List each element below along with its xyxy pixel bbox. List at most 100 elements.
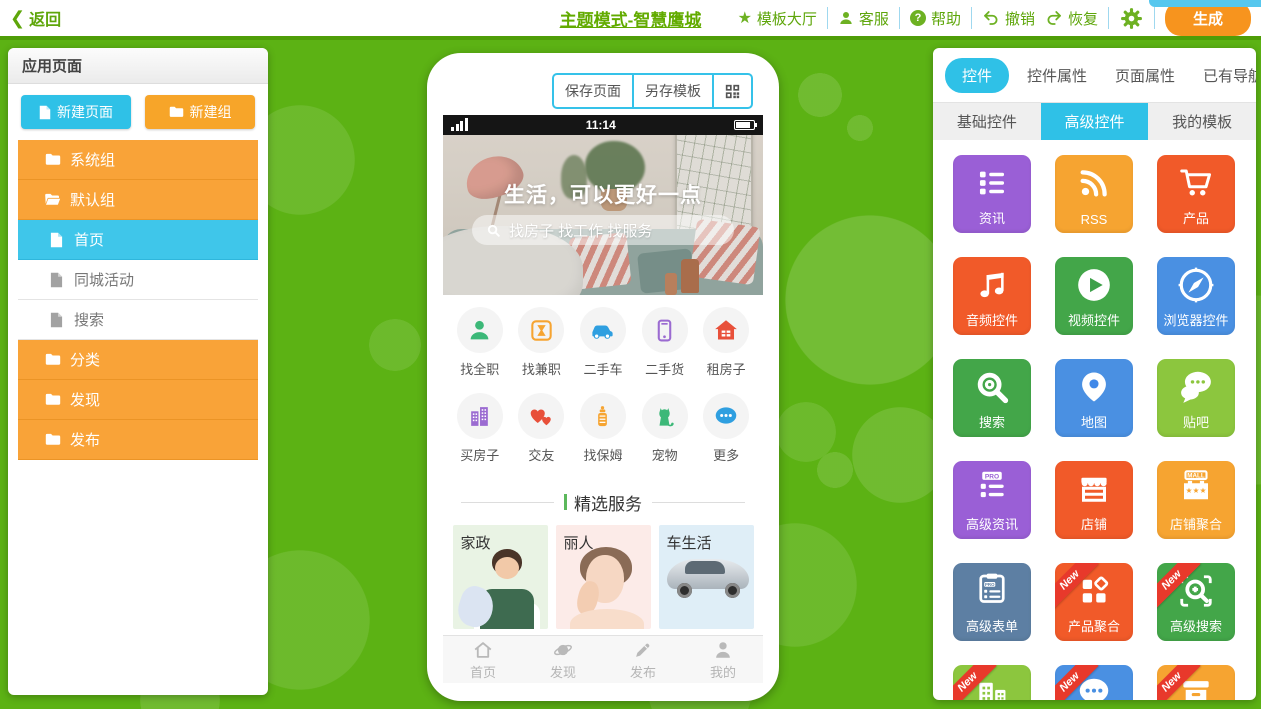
quick-link-rent-house[interactable]: 租房子 bbox=[695, 307, 757, 383]
widget-shop-aggregate[interactable]: MALL★★★ 店铺聚合 bbox=[1157, 461, 1235, 539]
divider bbox=[652, 502, 745, 503]
quick-link-more[interactable]: 更多 bbox=[695, 393, 757, 469]
sidebar-item-home[interactable]: 首页 bbox=[18, 220, 258, 260]
shop-stall-icon bbox=[1076, 467, 1112, 511]
tab-home[interactable]: 首页 bbox=[443, 636, 523, 683]
tab-mine[interactable]: 我的 bbox=[683, 636, 763, 683]
widget-advanced-search[interactable]: New 高级搜索 bbox=[1157, 563, 1235, 641]
sidebar-item-default-group[interactable]: 默认组 bbox=[18, 180, 258, 220]
quick-link-buy-house[interactable]: 买房子 bbox=[449, 393, 511, 469]
sidebar-item-publish[interactable]: 发布 bbox=[18, 420, 258, 460]
subtab-advanced-widgets[interactable]: 高级控件 bbox=[1041, 103, 1149, 140]
back-label: 返回 bbox=[29, 6, 61, 30]
divider bbox=[1154, 7, 1155, 29]
help-button[interactable]: ? 帮助 bbox=[910, 8, 961, 29]
panel-title: 应用页面 bbox=[8, 48, 268, 84]
widget-new-bubble[interactable]: New bbox=[1055, 665, 1133, 700]
play-circle-icon bbox=[1075, 263, 1113, 307]
hero-slogan: 生活，可以更好一点 bbox=[443, 179, 763, 209]
divider bbox=[461, 502, 554, 503]
widget-rss[interactable]: RSS bbox=[1055, 155, 1133, 233]
save-as-template-button[interactable]: 另存模板 bbox=[632, 75, 712, 107]
map-pin-icon bbox=[1077, 365, 1111, 409]
new-page-button[interactable]: 新建页面 bbox=[21, 95, 131, 129]
widget-video[interactable]: 视频控件 bbox=[1055, 257, 1133, 335]
pencil-icon bbox=[632, 639, 654, 661]
rss-icon bbox=[1077, 161, 1111, 205]
widget-new-buildings[interactable]: New bbox=[953, 665, 1031, 700]
sidebar-item-search[interactable]: 搜索 bbox=[18, 300, 258, 340]
quick-link-nanny[interactable]: 找保姆 bbox=[572, 393, 634, 469]
top-toolbar: ❮ 返回 主题模式-智慧鹰城 ★ 模板大厅 客服 ? 帮助 撤销 bbox=[0, 0, 1261, 40]
widget-search[interactable]: 搜索 bbox=[953, 359, 1031, 437]
quick-link-parttime[interactable]: 找兼职 bbox=[511, 307, 573, 383]
subtab-basic-widgets[interactable]: 基础控件 bbox=[933, 103, 1041, 140]
home-icon bbox=[472, 639, 494, 661]
hero-search-bar[interactable]: 找房子 找工作 找服务 bbox=[472, 215, 734, 245]
chat-bubbles-icon bbox=[1177, 365, 1215, 409]
quick-link-pets[interactable]: 宠物 bbox=[634, 393, 696, 469]
hearts-icon bbox=[518, 393, 564, 439]
cat-icon bbox=[642, 393, 688, 439]
svg-text:PRO: PRO bbox=[985, 473, 999, 480]
service-card-car-life[interactable]: 车生活 bbox=[659, 525, 754, 629]
widget-browser[interactable]: 浏览器控件 bbox=[1157, 257, 1235, 335]
undo-button[interactable]: 撤销 bbox=[982, 8, 1035, 29]
widget-audio[interactable]: 音频控件 bbox=[953, 257, 1031, 335]
subtab-my-templates[interactable]: 我的模板 bbox=[1148, 103, 1256, 140]
clock: 11:14 bbox=[468, 118, 735, 132]
new-group-button[interactable]: 新建组 bbox=[145, 95, 255, 129]
qr-code-button[interactable] bbox=[712, 75, 751, 107]
tab-page-properties[interactable]: 页面属性 bbox=[1105, 58, 1185, 93]
svg-text:MALL: MALL bbox=[1187, 473, 1205, 480]
signal-icon bbox=[451, 119, 468, 131]
widget-map[interactable]: 地图 bbox=[1055, 359, 1133, 437]
sidebar-item-categories[interactable]: 分类 bbox=[18, 340, 258, 380]
quick-link-dating[interactable]: 交友 bbox=[511, 393, 573, 469]
status-bar: 11:14 bbox=[443, 115, 763, 135]
hero-banner: 生活，可以更好一点 找房子 找工作 找服务 bbox=[443, 135, 763, 295]
back-chevron-icon: ❮ bbox=[10, 8, 25, 29]
widget-news[interactable]: 资讯 bbox=[953, 155, 1031, 233]
save-page-button[interactable]: 保存页面 bbox=[554, 75, 632, 107]
service-card-housekeeping[interactable]: 家政 bbox=[453, 525, 548, 629]
search-icon bbox=[486, 223, 501, 238]
folder-open-icon bbox=[44, 193, 61, 206]
service-card-beauty[interactable]: 丽人 bbox=[556, 525, 651, 629]
tab-publish[interactable]: 发布 bbox=[603, 636, 683, 683]
svg-text:PRO: PRO bbox=[985, 582, 995, 587]
template-hall-button[interactable]: ★ 模板大厅 bbox=[738, 8, 817, 29]
widget-new-drawer[interactable]: New bbox=[1157, 665, 1235, 700]
person-icon bbox=[838, 10, 854, 26]
widget-products[interactable]: 产品 bbox=[1157, 155, 1235, 233]
tab-widget-properties[interactable]: 控件属性 bbox=[1017, 58, 1097, 93]
star-icon: ★ bbox=[738, 8, 752, 28]
redo-button[interactable]: 恢复 bbox=[1045, 8, 1098, 29]
tab-existing-nav[interactable]: 已有导航 bbox=[1193, 58, 1256, 93]
widget-advanced-news[interactable]: PRO 高级资讯 bbox=[953, 461, 1031, 539]
hourglass-icon bbox=[518, 307, 564, 353]
sidebar-item-local-events[interactable]: 同城活动 bbox=[18, 260, 258, 300]
quick-link-fulltime[interactable]: 找全职 bbox=[449, 307, 511, 383]
svg-text:★: ★ bbox=[1193, 486, 1200, 495]
quick-link-used-car[interactable]: 二手车 bbox=[572, 307, 634, 383]
tab-discover[interactable]: 发现 bbox=[523, 636, 603, 683]
settings-gear-button[interactable] bbox=[1119, 6, 1144, 31]
widget-forum[interactable]: 贴吧 bbox=[1157, 359, 1235, 437]
clipboard-form-icon: PRO bbox=[974, 566, 1010, 610]
widgets-panel: 控件 控件属性 页面属性 已有导航 基础控件 高级控件 我的模板 资讯 RSS … bbox=[933, 48, 1256, 700]
tab-widgets[interactable]: 控件 bbox=[945, 58, 1009, 93]
sidebar-item-system-group[interactable]: 系统组 bbox=[18, 140, 258, 180]
widget-shop[interactable]: 店铺 bbox=[1055, 461, 1133, 539]
battery-icon bbox=[734, 120, 755, 130]
widget-product-aggregate[interactable]: New 产品聚合 bbox=[1055, 563, 1133, 641]
divider bbox=[1108, 7, 1109, 29]
back-button[interactable]: ❮ 返回 bbox=[10, 6, 61, 30]
folder-icon bbox=[44, 353, 61, 366]
quick-link-used-goods[interactable]: 二手货 bbox=[634, 307, 696, 383]
widget-advanced-form[interactable]: PRO 高级表单 bbox=[953, 563, 1031, 641]
folder-icon bbox=[44, 433, 61, 446]
support-button[interactable]: 客服 bbox=[838, 8, 889, 29]
sidebar-item-discover[interactable]: 发现 bbox=[18, 380, 258, 420]
preview-toolbar: 保存页面 另存模板 bbox=[552, 73, 753, 109]
